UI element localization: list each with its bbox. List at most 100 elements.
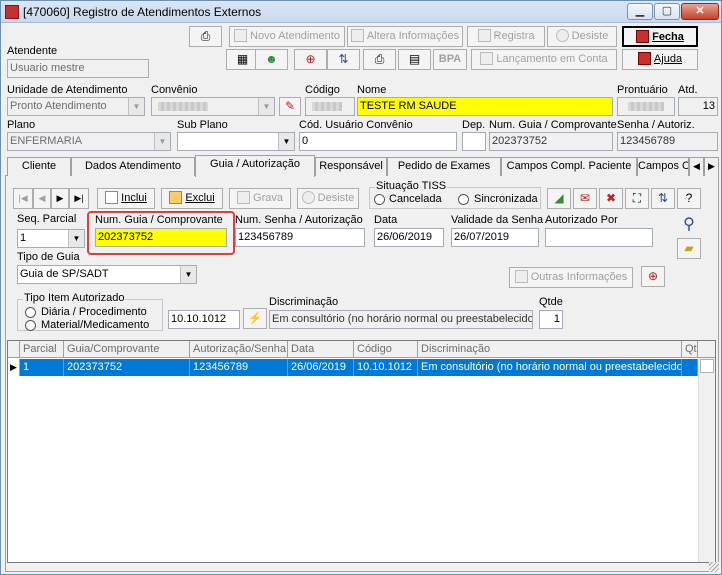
cell-data: 26/06/2019 (288, 359, 354, 376)
binoculars-icon[interactable]: ⛶ (625, 188, 649, 209)
bpa-button[interactable]: BPA (433, 49, 467, 70)
num-senha-label: Num. Senha / Autorização (235, 214, 363, 226)
close-button[interactable]: ✕ (681, 3, 719, 20)
codigo-field (305, 97, 355, 116)
redacted-value (312, 102, 342, 111)
tab-campos-compl-paciente[interactable]: Campos Compl. Paciente (501, 157, 637, 176)
chevron-down-icon: ▼ (128, 98, 144, 115)
main-window: [470060] Registro de Atendimentos Extern… (0, 0, 722, 575)
outras-informacoes-button[interactable]: Outras Informações (509, 267, 633, 288)
grid-vertical-scrollbar[interactable] (698, 358, 715, 562)
altera-informacoes-button[interactable]: Altera Informações (347, 26, 463, 47)
cod-usuario-convenio-field[interactable]: 0 (299, 132, 457, 151)
table-row[interactable]: ▶ 1 202373752 123456789 26/06/2019 10.10… (8, 359, 698, 376)
maximize-button[interactable]: ▢ (654, 3, 680, 20)
help-code-icon[interactable]: ? (677, 188, 701, 209)
paperclip-icon[interactable]: ⚲ (681, 215, 697, 235)
money-icon (480, 52, 494, 65)
minimize-button[interactable]: ▁ (627, 3, 653, 20)
check-icon (477, 29, 491, 42)
redacted-value (158, 102, 208, 111)
delete-icon[interactable]: ✖ (599, 188, 623, 209)
registra-button[interactable]: Registra (467, 26, 545, 47)
tab-campos-c[interactable]: Campos C (637, 157, 689, 176)
grid-header-data[interactable]: Data (288, 341, 354, 358)
eraser-icon[interactable]: ✎ (279, 97, 301, 116)
chevron-down-icon: ▼ (258, 98, 274, 115)
grid-header-qtd[interactable]: Qtd (682, 341, 698, 358)
print-icon[interactable]: ⎙ (189, 26, 222, 47)
title-bar: [470060] Registro de Atendimentos Extern… (1, 1, 721, 23)
num-senha-field[interactable]: 123456789 (235, 228, 365, 247)
tab-dados-atendimento[interactable]: Dados Atendimento (71, 157, 195, 176)
plano-combo[interactable]: ENFERMARIA ▼ (7, 132, 171, 151)
desiste-button[interactable]: Desiste (547, 26, 617, 47)
documents-icon[interactable]: ▤ (398, 49, 431, 70)
dep-field[interactable] (462, 132, 486, 151)
unidade-combo[interactable]: Pronto Atendimento ▼ (7, 97, 145, 116)
lancamento-em-conta-button[interactable]: Lançamento em Conta (471, 49, 617, 70)
resize-grip-icon[interactable] (709, 562, 719, 572)
grid-header-guia[interactable]: Guia/Comprovante (64, 341, 190, 358)
scroll-thumb[interactable] (700, 359, 714, 373)
num-guia-field[interactable]: 202373752 (95, 228, 227, 247)
transfer-icon[interactable]: ⇅ (651, 188, 675, 209)
cancel-icon (301, 191, 315, 204)
convenio-combo[interactable]: ▼ (151, 97, 275, 116)
documents-icon (514, 270, 528, 283)
inclui-button[interactable]: Inclui (97, 188, 155, 209)
lightning-icon[interactable]: ⚡ (243, 308, 267, 329)
seq-parcial-combo[interactable]: 1 ▼ (17, 229, 85, 248)
seq-parcial-label: Seq. Parcial (17, 213, 77, 225)
zoom-icon[interactable]: ⊕ (641, 266, 665, 287)
help-car-icon (637, 52, 651, 65)
grava-button[interactable]: Grava (229, 188, 291, 209)
data-field[interactable]: 26/06/2019 (374, 228, 444, 247)
printer-icon[interactable]: ⎙ (363, 49, 396, 70)
codigo-item-field[interactable]: 10.10.1012 (168, 310, 240, 329)
tab-responsavel[interactable]: Responsável (315, 157, 387, 176)
autorizado-por-field[interactable] (545, 228, 653, 247)
chevron-down-icon: ▼ (278, 133, 294, 150)
num-guia-top-field: 202373752 (489, 132, 613, 151)
senha-top-field: 123456789 (617, 132, 718, 151)
transfer-icon[interactable]: ⇅ (327, 49, 360, 70)
window-title: [470060] Registro de Atendimentos Extern… (23, 5, 262, 19)
tipo-guia-combo[interactable]: Guia de SP/SADT ▼ (17, 265, 197, 284)
sincronizada-radio[interactable] (458, 194, 469, 205)
tab-cliente[interactable]: Cliente (7, 157, 71, 176)
tab-scroll-left[interactable]: ◀ (689, 157, 704, 176)
qtde-label: Qtde (539, 296, 563, 308)
novo-atendimento-button[interactable]: Novo Atendimento (229, 26, 345, 47)
fecha-button[interactable]: Fecha (622, 26, 698, 47)
tab-guia-autorizacao[interactable]: Guia / Autorização (195, 155, 315, 177)
chart-icon[interactable]: ◢ (547, 188, 571, 209)
validade-senha-field[interactable]: 26/07/2019 (451, 228, 539, 247)
diaria-label: Diária / Procedimento (41, 306, 147, 318)
tab-pedido-exames[interactable]: Pedido de Exames (387, 157, 501, 176)
ajuda-button[interactable]: Ajuda (622, 49, 698, 70)
cancelada-radio[interactable] (374, 194, 385, 205)
next-record-button[interactable]: ▶ (51, 188, 69, 209)
zoom-icon[interactable]: ⊕ (294, 49, 327, 70)
nome-field[interactable]: TESTE RM SAUDE (357, 97, 613, 116)
grid-header-parcial[interactable]: Parcial (20, 341, 64, 358)
person-icon[interactable]: ☻ (255, 49, 288, 70)
cell-discriminacao: Em consultório (no horário normal ou pre… (418, 359, 682, 376)
qtde-field[interactable]: 1 (539, 310, 563, 329)
row-indicator-icon: ▶ (8, 359, 20, 376)
stamp-icon[interactable]: ✉ (573, 188, 597, 209)
first-record-button[interactable]: |◀ (13, 188, 33, 209)
material-radio[interactable] (25, 320, 36, 331)
desiste-record-button[interactable]: Desiste (297, 188, 359, 209)
grid-header-autorizacao[interactable]: Autorização/Senha (190, 341, 288, 358)
sub-plano-combo[interactable]: ▼ (177, 132, 295, 151)
grid-header-discriminacao[interactable]: Discriminação (418, 341, 682, 358)
grid-header-codigo[interactable]: Código (354, 341, 418, 358)
last-record-button[interactable]: ▶| (69, 188, 89, 209)
prev-record-button[interactable]: ◀ (33, 188, 51, 209)
exclui-button[interactable]: Exclui (161, 188, 223, 209)
diaria-radio[interactable] (25, 307, 36, 318)
folder-icon[interactable]: ▰ (677, 238, 701, 259)
tab-scroll-right[interactable]: ▶ (704, 157, 719, 176)
